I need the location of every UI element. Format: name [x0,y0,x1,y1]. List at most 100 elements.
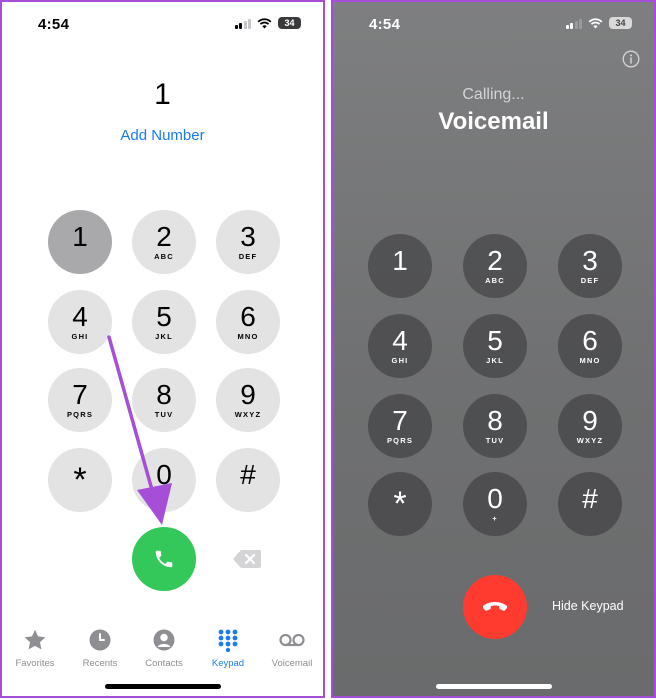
status-icons: 34 [565,17,632,29]
person-circle-icon [153,629,175,651]
home-indicator [435,684,552,689]
key-letters: MNO [237,332,259,341]
cellular-signal-icon [565,18,582,29]
key-0[interactable]: 0 + [132,448,196,512]
key-7[interactable]: 7 PQRS [48,368,112,432]
tab-voicemail[interactable]: Voicemail [260,627,323,669]
end-call-button[interactable] [463,575,527,639]
wifi-icon [257,17,272,28]
key-letters: TUV [485,436,505,445]
key-letters: WXYZ [576,436,604,445]
key-digit: 0 [487,483,503,514]
key-letters: GHI [391,356,409,365]
key-digit: 5 [156,301,172,332]
key-letters: GHI [71,332,89,341]
status-icons: 34 [234,17,301,29]
tab-keypad[interactable]: Keypad [196,627,260,669]
key-6[interactable]: 6 MNO [558,314,622,378]
key-9[interactable]: 9 WXYZ [216,368,280,432]
key-digit: 1 [72,221,88,252]
key-letters: JKL [486,356,504,365]
key-star[interactable]: * [368,472,432,536]
dialed-number: 1 [154,78,171,111]
key-digit: 3 [582,245,598,276]
keypad-grid-icon [218,629,238,652]
key-digit: 4 [72,301,88,332]
contact-name: Voicemail [438,108,549,135]
cellular-signal-icon [234,18,251,29]
key-letters: PQRS [66,410,94,419]
key-digit: 2 [156,221,172,252]
hang-up-icon [482,602,508,611]
key-star[interactable]: * [48,448,112,512]
key-3[interactable]: 3 DEF [558,234,622,298]
key-8[interactable]: 8 TUV [463,394,527,458]
key-digit: 6 [240,301,256,332]
battery-indicator: 34 [278,17,301,29]
calling-screen: 4:54 34 Calling... Voicemail 1 2 ABC 3 DEF 4 G… [331,0,656,698]
key-digit: 0 [156,459,172,490]
key-letters: ABC [485,276,505,285]
wifi-icon [588,17,603,28]
key-9[interactable]: 9 WXYZ [558,394,622,458]
key-letters: DEF [580,276,600,285]
info-icon[interactable] [622,50,640,68]
tab-label: Keypad [211,658,245,669]
key-digit: 8 [156,379,172,410]
key-letters: DEF [238,252,258,261]
key-digit: 7 [72,379,88,410]
key-digit: # [240,459,256,490]
key-letters: TUV [154,410,174,419]
phone-icon [155,550,173,568]
key-8[interactable]: 8 TUV [132,368,196,432]
key-7[interactable]: 7 PQRS [368,394,432,458]
clock-icon [89,629,111,651]
key-letters: PQRS [386,436,414,445]
status-bar: 4:54 34 [333,2,654,46]
key-letters: JKL [155,332,173,341]
add-number-link[interactable]: Add Number [2,127,323,144]
key-5[interactable]: 5 JKL [463,314,527,378]
call-button[interactable] [132,527,196,591]
key-letters: + [492,514,498,523]
key-5[interactable]: 5 JKL [132,290,196,354]
key-hash[interactable]: # [216,448,280,512]
key-digit: 2 [487,245,503,276]
key-digit: 9 [240,379,256,410]
key-0[interactable]: 0 + [463,472,527,536]
key-digit: 3 [240,221,256,252]
calling-status: Calling... [462,86,525,103]
key-1[interactable]: 1 [48,210,112,274]
key-digit: 7 [392,405,408,436]
key-digit: 8 [487,405,503,436]
tab-favorites[interactable]: Favorites [3,627,67,669]
key-letters: ABC [154,252,174,261]
star-icon [24,629,46,650]
key-4[interactable]: 4 GHI [368,314,432,378]
keypad-screen: 4:54 34 1 Add Number 1 2 ABC 3 DEF 4 GHI 5 JKL 6 M… [0,0,325,698]
key-hash[interactable]: # [558,472,622,536]
key-digit: 5 [487,325,503,356]
key-6[interactable]: 6 MNO [216,290,280,354]
key-4[interactable]: 4 GHI [48,290,112,354]
key-digit: 6 [582,325,598,356]
status-time: 4:54 [369,16,401,33]
delete-icon[interactable] [232,548,262,570]
home-indicator [104,684,221,689]
key-2[interactable]: 2 ABC [132,210,196,274]
key-digit: 4 [392,325,408,356]
key-3[interactable]: 3 DEF [216,210,280,274]
key-digit: * [393,485,407,523]
battery-indicator: 34 [609,17,632,29]
key-digit: * [73,461,87,499]
hide-keypad-button[interactable]: Hide Keypad [552,599,624,613]
key-1[interactable]: 1 [368,234,432,298]
tab-contacts[interactable]: Contacts [132,627,196,669]
tab-label: Favorites [15,658,55,669]
key-2[interactable]: 2 ABC [463,234,527,298]
key-digit: # [582,483,598,514]
tab-label: Voicemail [271,658,313,669]
voicemail-icon [279,633,305,647]
tab-recents[interactable]: Recents [68,627,132,669]
tab-bar: Favorites Recents Contacts Keypad Voicem… [2,627,323,677]
